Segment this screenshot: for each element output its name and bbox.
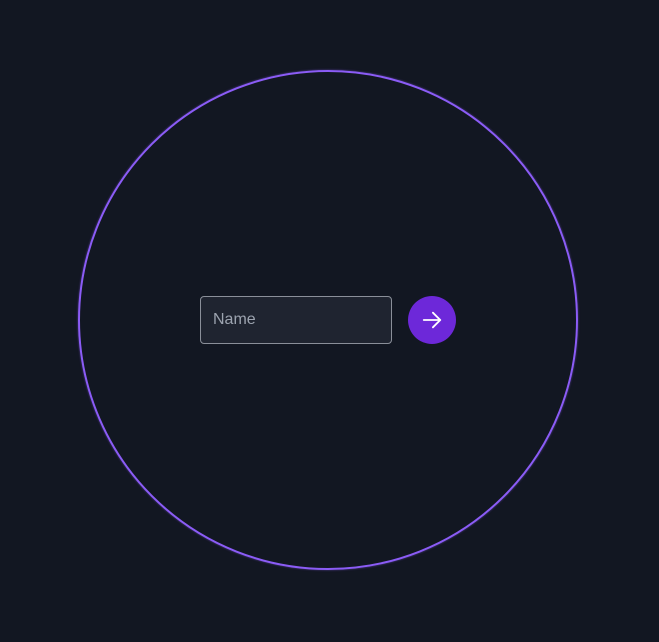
- name-form: [200, 296, 456, 344]
- page-canvas: [0, 0, 659, 642]
- arrow-right-icon: [422, 311, 442, 329]
- submit-button[interactable]: [408, 296, 456, 344]
- name-input[interactable]: [200, 296, 392, 344]
